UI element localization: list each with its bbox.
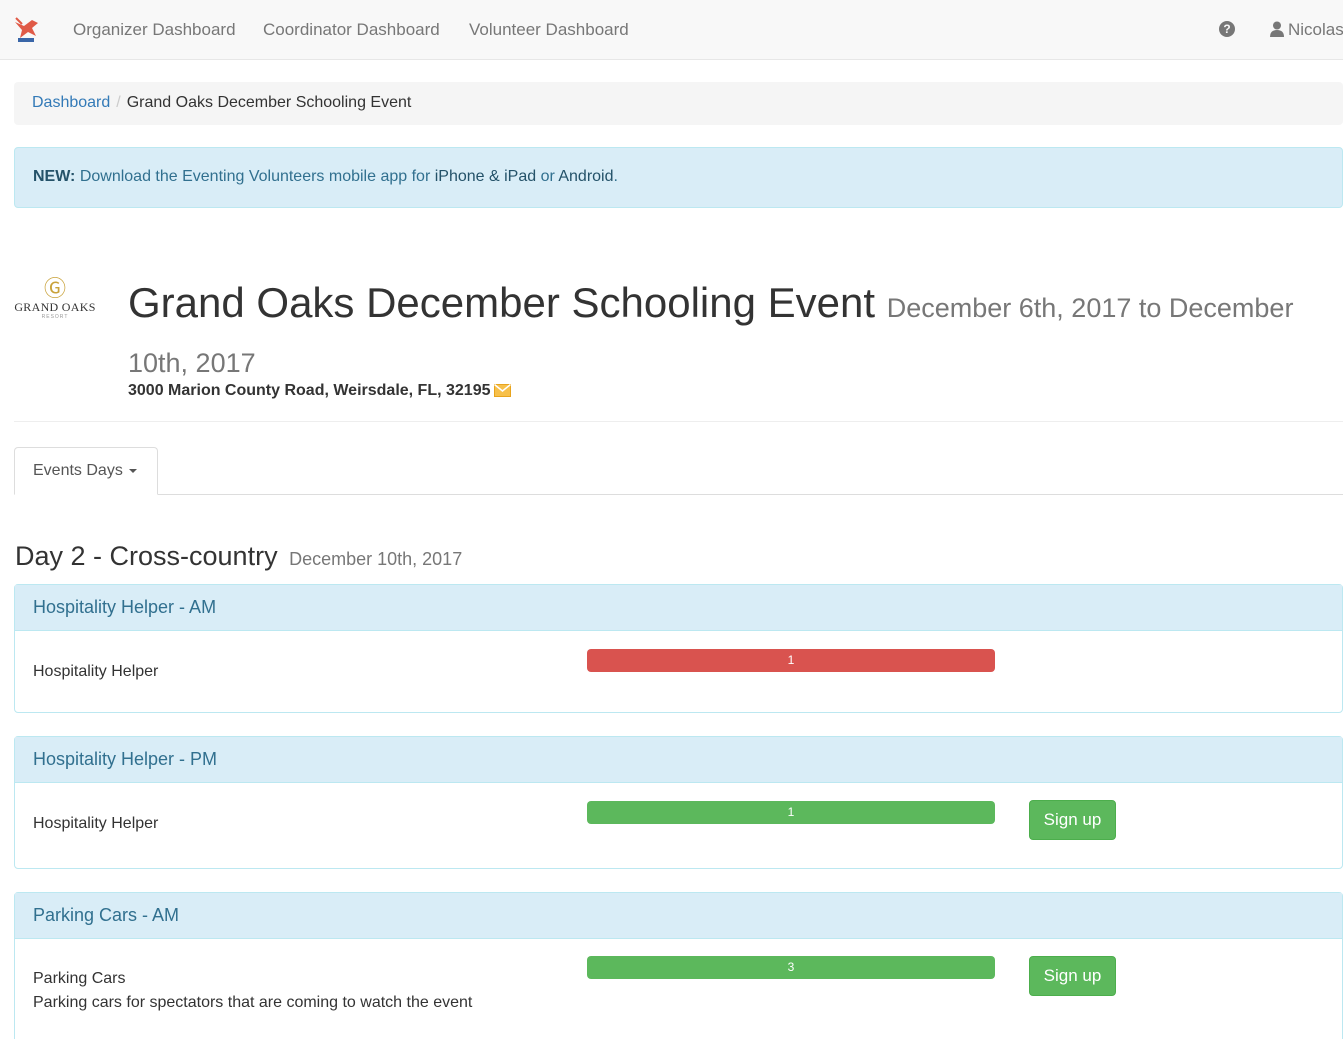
alert-text: Download the Eventing Volunteers mobile … xyxy=(75,168,435,185)
venue-logo-emblem-icon: Ⓖ xyxy=(43,276,66,301)
job-name: Parking Cars xyxy=(33,970,126,987)
android-link[interactable]: Android xyxy=(558,168,613,185)
alert-text-end: . xyxy=(613,168,618,185)
sign-up-button[interactable]: Sign up xyxy=(1029,800,1116,840)
events-days-dropdown[interactable]: Events Days xyxy=(14,447,158,495)
volunteer-progress: 1 xyxy=(587,801,995,824)
day-title-text: Day 2 - Cross-country xyxy=(15,541,278,571)
job-name: Hospitality Helper xyxy=(33,663,159,680)
breadcrumb-dashboard-link[interactable]: Dashboard xyxy=(32,94,110,111)
alert-text-or: or xyxy=(536,168,559,185)
volunteer-progress-bar: 1 xyxy=(587,801,995,824)
mobile-app-alert: NEW: Download the Eventing Volunteers mo… xyxy=(14,147,1343,208)
event-address-text: 3000 Marion County Road, Weirsdale, FL, … xyxy=(128,382,491,399)
iphone-ipad-link[interactable]: iPhone & iPad xyxy=(435,168,536,185)
breadcrumb: Dashboard / Grand Oaks December Schooling … xyxy=(14,82,1343,125)
alert-prefix: NEW: xyxy=(33,168,76,185)
volunteer-progress: 1 xyxy=(587,649,995,672)
venue-logo-subtext: RESORT xyxy=(41,314,69,320)
job-panel: Parking Cars - AM Parking Cars Parking c… xyxy=(14,892,1343,1039)
user-name: Nicolas xyxy=(1288,20,1343,39)
nav-coordinator-dashboard[interactable]: Coordinator Dashboard xyxy=(263,20,440,40)
event-title-text: Grand Oaks December Schooling Event xyxy=(128,279,876,326)
venue-logo-text: GRAND OAKS xyxy=(14,300,96,314)
user-icon xyxy=(1270,21,1284,37)
day-date: December 10th, 2017 xyxy=(289,549,463,569)
nav-volunteer-dashboard[interactable]: Volunteer Dashboard xyxy=(469,20,629,40)
envelope-icon[interactable] xyxy=(494,383,512,397)
job-description: Parking cars for spectators that are com… xyxy=(33,994,473,1011)
job-name: Hospitality Helper xyxy=(33,815,159,832)
event-address: 3000 Marion County Road, Weirsdale, FL, … xyxy=(128,382,512,400)
volunteer-progress: 3 xyxy=(587,956,995,979)
brand-logo-icon[interactable] xyxy=(12,14,40,44)
job-panel: Hospitality Helper - PM Hospitality Help… xyxy=(14,736,1343,869)
job-panel-heading: Hospitality Helper - AM xyxy=(15,585,1342,631)
job-panel-heading: Hospitality Helper - PM xyxy=(15,737,1342,783)
breadcrumb-current: Grand Oaks December Schooling Event xyxy=(126,94,412,111)
volunteer-progress-bar: 1 xyxy=(587,649,995,672)
job-panel: Hospitality Helper - AM Hospitality Help… xyxy=(14,584,1343,713)
job-panel-heading: Parking Cars - AM xyxy=(15,893,1342,939)
event-title: Grand Oaks December Schooling Event Dece… xyxy=(128,278,1338,388)
sign-up-button[interactable]: Sign up xyxy=(1029,956,1116,996)
nav-organizer-dashboard[interactable]: Organizer Dashboard xyxy=(73,20,236,40)
user-menu[interactable]: Nicolas xyxy=(1270,20,1343,40)
events-days-label: Events Days xyxy=(33,462,123,479)
help-icon[interactable]: ? xyxy=(1219,21,1235,37)
volunteer-progress-bar: 3 xyxy=(587,956,995,979)
caret-down-icon xyxy=(128,468,137,473)
divider xyxy=(14,421,1343,422)
venue-logo: Ⓖ GRAND OAKS RESORT xyxy=(12,276,98,321)
tabs-border xyxy=(14,494,1343,495)
top-navbar: Organizer Dashboard Coordinator Dashboar… xyxy=(0,0,1343,60)
breadcrumb-separator: / xyxy=(116,94,121,111)
day-title: Day 2 - Cross-country December 10th, 201… xyxy=(15,541,462,572)
